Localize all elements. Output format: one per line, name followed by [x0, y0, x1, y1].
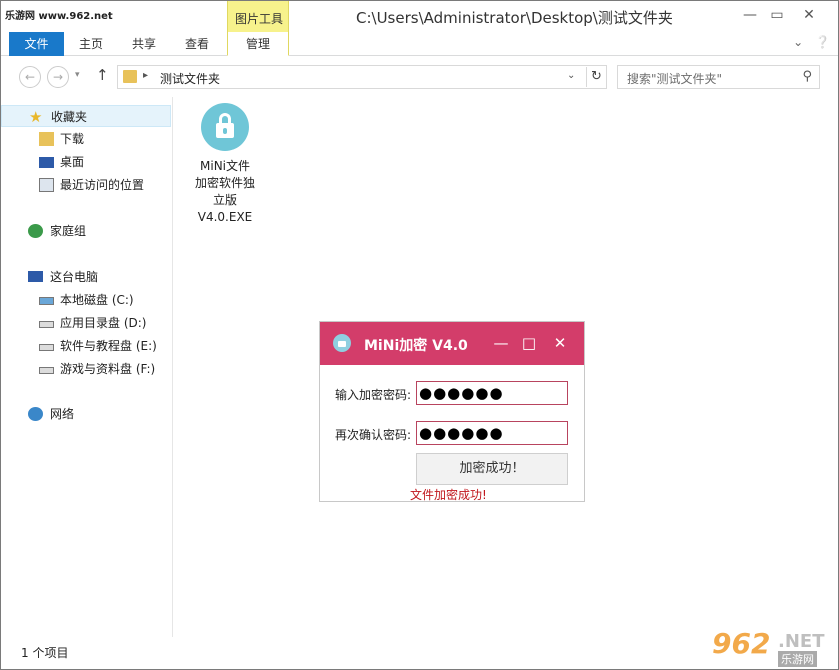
recent-places-icon [39, 178, 54, 192]
ribbon-controls: ⌄ ❔ [793, 35, 830, 49]
navigation-pane: ★ 收藏夹 下载 桌面 最近访问的位置 家庭组 这台电脑 本地磁盘 (C:) 应… [1, 97, 173, 637]
sidebar-item-recent-places[interactable]: 最近访问的位置 [1, 174, 171, 196]
recent-locations-icon[interactable]: ▾ [75, 70, 80, 80]
item-count: 1 个项目 [21, 646, 69, 660]
watermark-number: 962 [712, 627, 771, 660]
lock-icon [201, 103, 249, 151]
sidebar-item-label: 下载 [60, 132, 85, 146]
search-input[interactable]: 搜索"测试文件夹" ⚲ [617, 65, 820, 89]
maximize-icon[interactable]: ▭ [765, 5, 789, 25]
sidebar-item-label: 最近访问的位置 [60, 178, 145, 192]
file-item-mini-encrypt[interactable]: MiNi文件 加密软件独 立版 V4.0.EXE [188, 103, 262, 224]
sidebar-item-label: 收藏夹 [51, 110, 88, 124]
status-bar: 1 个项目 962 .NET 乐游网 [1, 627, 838, 669]
close-icon[interactable]: ✕ [550, 333, 570, 353]
sidebar-item-network[interactable]: 网络 [1, 403, 171, 425]
watermark-top: 乐游网 www.962.net [5, 11, 113, 22]
address-path[interactable]: 测试文件夹 [160, 70, 220, 87]
close-icon[interactable]: ✕ [797, 5, 821, 25]
sidebar-item-drive-f[interactable]: 游戏与资料盘 (F:) [1, 358, 171, 380]
sidebar-item-drive-d[interactable]: 应用目录盘 (D:) [1, 312, 171, 334]
refresh-icon[interactable]: ↻ [586, 67, 606, 87]
up-icon[interactable]: ↑ [96, 66, 109, 84]
context-tab-label: 图片工具 [235, 12, 284, 26]
sidebar-item-label: 本地磁盘 (C:) [60, 293, 134, 307]
help-icon[interactable]: ❔ [815, 35, 830, 49]
folder-icon [123, 70, 137, 83]
watermark-logo: 962 .NET 乐游网 [702, 627, 832, 669]
star-icon: ★ [29, 108, 43, 126]
sidebar-item-favorites[interactable]: ★ 收藏夹 [1, 105, 171, 127]
minimize-icon[interactable]: — [738, 5, 762, 25]
desktop-icon [39, 157, 54, 168]
download-folder-icon [39, 132, 54, 146]
address-bar[interactable]: ▸ 测试文件夹 ⌄ ↻ [117, 65, 607, 89]
window-title: C:\Users\Administrator\Desktop\测试文件夹 [356, 9, 673, 27]
search-icon[interactable]: ⚲ [802, 69, 812, 84]
network-icon [28, 407, 43, 421]
lock-icon [333, 334, 351, 352]
title-bar: 乐游网 www.962.net 图片工具 C:\Users\Administra… [1, 1, 838, 32]
tab-share[interactable]: 共享 [123, 32, 165, 56]
sidebar-item-homegroup[interactable]: 家庭组 [1, 220, 171, 242]
watermark-net: .NET [778, 631, 825, 652]
tab-manage[interactable]: 管理 [227, 32, 289, 56]
sidebar-item-label: 家庭组 [50, 224, 87, 238]
search-placeholder: 搜索"测试文件夹" [627, 72, 723, 86]
maximize-icon[interactable]: □ [519, 333, 539, 353]
minimize-icon[interactable]: — [491, 333, 511, 353]
sidebar-item-label: 应用目录盘 (D:) [60, 316, 147, 330]
tab-view[interactable]: 查看 [176, 32, 218, 56]
sidebar-item-label: 这台电脑 [50, 270, 99, 284]
file-name: MiNi文件 加密软件独 立版 V4.0.EXE [194, 159, 255, 224]
sidebar-item-label: 游戏与资料盘 (F:) [60, 362, 156, 376]
dialog-title-bar: MiNi加密 V4.0 — □ ✕ [320, 322, 584, 365]
forward-icon[interactable]: → [47, 66, 69, 88]
encrypt-button[interactable]: 加密成功！ [416, 453, 568, 485]
encrypt-dialog: MiNi加密 V4.0 — □ ✕ 输入加密密码: ●●●●●● 再次确认密码:… [319, 321, 585, 502]
sidebar-item-label: 软件与教程盘 (E:) [60, 339, 157, 353]
sidebar-item-label: 网络 [50, 407, 75, 421]
password-label: 输入加密密码: [335, 388, 412, 402]
drive-icon [39, 367, 54, 374]
sidebar-item-drive-c[interactable]: 本地磁盘 (C:) [1, 289, 171, 311]
sidebar-item-downloads[interactable]: 下载 [1, 128, 171, 150]
drive-icon [39, 321, 54, 328]
sidebar-item-this-pc[interactable]: 这台电脑 [1, 266, 171, 288]
sidebar-item-desktop[interactable]: 桌面 [1, 151, 171, 173]
dialog-title: MiNi加密 V4.0 [364, 338, 468, 354]
drive-icon [39, 344, 54, 351]
breadcrumb-chevron-icon[interactable]: ▸ [143, 70, 148, 81]
watermark-site: 乐游网 [778, 651, 817, 667]
address-row: ← → ▾ ↑ ▸ 测试文件夹 ⌄ ↻ 搜索"测试文件夹" ⚲ [1, 57, 838, 97]
chevron-down-icon[interactable]: ⌄ [567, 70, 575, 81]
computer-icon [28, 271, 43, 282]
context-tab-picture-tools: 图片工具 [227, 1, 289, 32]
status-message: 文件加密成功! [410, 488, 487, 502]
homegroup-icon [28, 224, 43, 238]
password-field[interactable]: ●●●●●● [416, 381, 568, 405]
tab-file[interactable]: 文件 [9, 32, 64, 56]
back-icon[interactable]: ← [19, 66, 41, 88]
explorer-window: 乐游网 www.962.net 图片工具 C:\Users\Administra… [0, 0, 839, 670]
confirm-password-label: 再次确认密码: [335, 428, 412, 442]
sidebar-item-drive-e[interactable]: 软件与教程盘 (E:) [1, 335, 171, 357]
confirm-password-field[interactable]: ●●●●●● [416, 421, 568, 445]
sidebar-item-label: 桌面 [60, 155, 85, 169]
system-drive-icon [39, 297, 54, 305]
ribbon-tabs: 文件 主页 共享 查看 管理 ⌄ ❔ [1, 32, 838, 56]
expand-ribbon-icon[interactable]: ⌄ [793, 35, 803, 49]
tab-home[interactable]: 主页 [71, 32, 111, 56]
